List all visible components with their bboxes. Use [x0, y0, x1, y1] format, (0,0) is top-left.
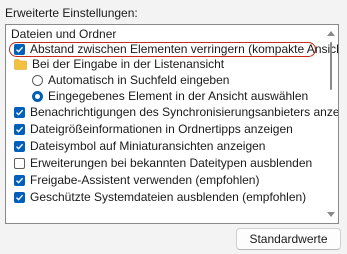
sync-notifications-checkbox[interactable]: [14, 106, 25, 118]
thumbnail-file-icon-checkbox[interactable]: [14, 140, 25, 152]
option-label: Benachrichtigungen des Synchronisierungs…: [30, 105, 339, 119]
auto-type-search-radio[interactable]: [32, 74, 43, 86]
option-label: Abstand zwischen Elementen verringern (k…: [30, 42, 339, 56]
file-size-tips-checkbox[interactable]: [14, 123, 25, 135]
hide-system-files-checkbox[interactable]: [14, 191, 25, 203]
option-sync-notifications[interactable]: Benachrichtigungen des Synchronisierungs…: [14, 103, 339, 121]
option-label: Erweiterungen bei bekannten Dateitypen a…: [30, 156, 313, 170]
restore-defaults-button[interactable]: Standardwerte: [236, 228, 341, 250]
tree-root-label: Dateien und Ordner: [11, 27, 117, 41]
option-label: Freigabe-Assistent verwenden (empfohlen): [30, 173, 260, 187]
sharing-wizard-checkbox[interactable]: [14, 174, 25, 186]
scroll-down-arrow-icon[interactable]: [327, 212, 335, 217]
group-label: Bei der Eingabe in der Listenansicht: [32, 57, 225, 71]
option-label: Dateisymbol auf Miniaturansichten anzeig…: [30, 139, 266, 153]
select-typed-item-radio[interactable]: [32, 90, 43, 102]
option-label: Automatisch in Suchfeld eingeben: [48, 73, 230, 87]
option-label: Eingegebenes Element in der Ansicht ausw…: [48, 89, 309, 103]
scroll-up-arrow-icon[interactable]: [327, 31, 335, 36]
option-hide-system-files[interactable]: Geschützte Systemdateien ausblenden (emp…: [14, 188, 306, 206]
option-sharing-wizard[interactable]: Freigabe-Assistent verwenden (empfohlen): [14, 171, 259, 189]
advanced-settings-heading: Erweiterte Einstellungen:: [5, 6, 138, 20]
hide-extensions-checkbox[interactable]: [14, 157, 25, 169]
radio-dot: [35, 93, 40, 99]
option-hide-extensions[interactable]: Erweiterungen bei bekannten Dateitypen a…: [14, 154, 312, 172]
compact-view-checkbox[interactable]: [14, 43, 25, 55]
vertical-scrollbar[interactable]: [325, 26, 337, 222]
advanced-settings-tree[interactable]: Dateien und Ordner Abstand zwischen Elem…: [5, 24, 339, 224]
option-thumbnail-file-icon[interactable]: Dateisymbol auf Miniaturansichten anzeig…: [14, 137, 265, 155]
option-label: Dateigrößeinformationen in Ordnertipps a…: [30, 122, 293, 136]
option-label: Geschützte Systemdateien ausblenden (emp…: [30, 190, 307, 204]
option-file-size-tips[interactable]: Dateigrößeinformationen in Ordnertipps a…: [14, 120, 293, 138]
scrollbar-thumb[interactable]: [330, 42, 332, 90]
folder-icon: [14, 58, 27, 70]
